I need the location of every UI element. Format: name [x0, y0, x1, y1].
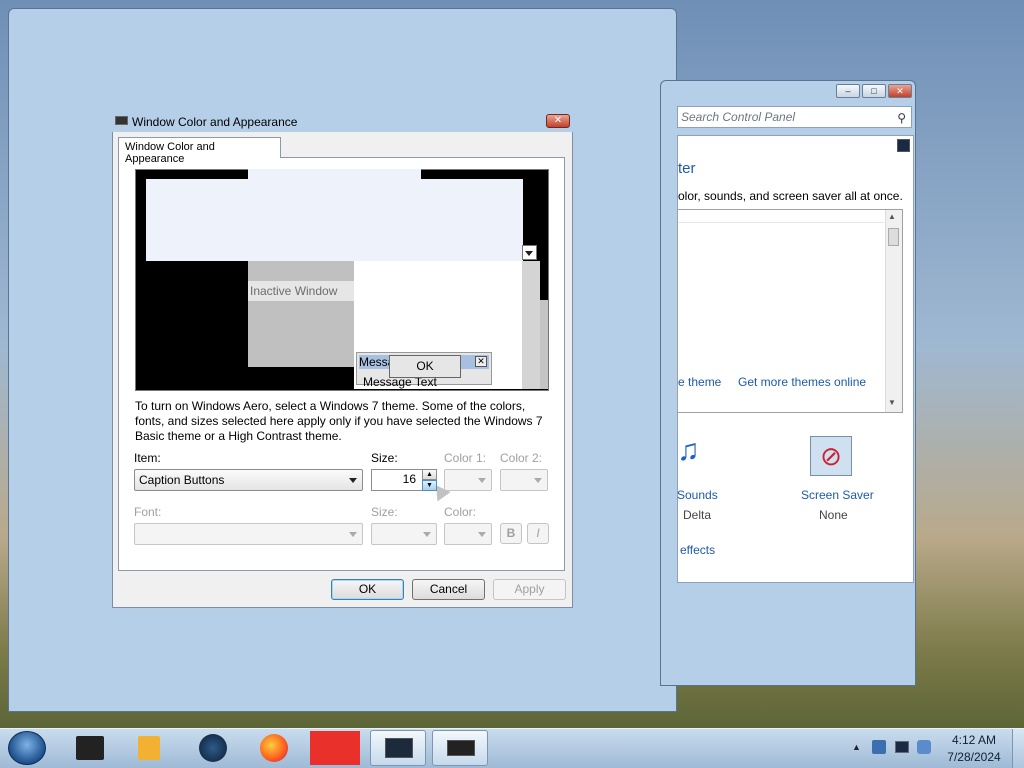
maximize-button[interactable]: □ [862, 84, 886, 98]
dialog-title: Window Color and Appearance [132, 115, 298, 129]
font-size-select[interactable] [371, 523, 437, 545]
preview-active-window [146, 179, 523, 261]
screen-saver-icon[interactable]: ⊘ [810, 436, 852, 476]
scroll-up-icon[interactable]: ▲ [888, 212, 896, 221]
italic-button[interactable]: I [527, 523, 549, 544]
inactive-window-label: Inactive Window [248, 281, 354, 301]
taskbar-app-control-panel[interactable] [370, 730, 426, 766]
sounds-value: Delta [683, 508, 712, 522]
tab-window-color[interactable]: Window Color and Appearance [118, 137, 281, 165]
sounds-icon[interactable]: ♫ [677, 434, 700, 468]
preview-dropdown [522, 245, 537, 260]
search-icon[interactable]: ⚲ [897, 108, 906, 128]
display-icon [385, 738, 413, 758]
minimize-button[interactable]: – [836, 84, 860, 98]
search-placeholder: Search Control Panel [681, 110, 796, 124]
message-box-close-icon: ✕ [475, 356, 487, 367]
preview-window-top [248, 169, 421, 181]
item-label: Item: [134, 451, 161, 465]
clock-time[interactable]: 4:12 AM [940, 733, 1008, 747]
font-color-select[interactable] [444, 523, 492, 545]
aero-description: To turn on Windows Aero, select a Window… [135, 399, 543, 443]
monitor-icon [115, 116, 128, 125]
chevron-down-icon [478, 532, 486, 537]
taskbar-app-3[interactable] [185, 730, 241, 766]
preview-ok-button: OK [389, 355, 461, 378]
show-hidden-icons[interactable]: ▲ [852, 742, 861, 752]
terminal-icon [76, 736, 104, 760]
color2-label: Color 2: [500, 451, 543, 465]
preview-scrollbar [522, 261, 540, 389]
scroll-down-icon[interactable]: ▼ [888, 398, 896, 407]
media-player-icon [138, 736, 160, 760]
network-icon[interactable] [872, 740, 886, 754]
item-select-value: Caption Buttons [139, 473, 225, 487]
chevron-down-icon [534, 478, 542, 483]
screen-saver-value: None [819, 508, 848, 522]
color2-select[interactable] [500, 469, 548, 491]
taskbar-app-2[interactable] [122, 730, 178, 766]
size-label: Size: [371, 451, 398, 465]
cancel-button[interactable]: Cancel [412, 579, 485, 600]
font-select[interactable] [134, 523, 363, 545]
sounds-label[interactable]: Sounds [677, 488, 718, 502]
taskbar-app-anydesk[interactable] [308, 730, 364, 766]
effects-link[interactable]: effects [680, 543, 715, 557]
volume-icon[interactable] [917, 740, 931, 754]
help-icon[interactable] [897, 139, 910, 152]
chevron-down-icon [478, 478, 486, 483]
color1-label: Color 1: [444, 451, 487, 465]
apply-button[interactable]: Apply [493, 579, 566, 600]
firefox-icon [260, 734, 288, 762]
search-input[interactable]: Search Control Panel ⚲ [677, 106, 912, 128]
chevron-down-icon [349, 478, 357, 483]
item-select[interactable]: Caption Buttons [134, 469, 363, 491]
anydesk-icon [310, 731, 360, 765]
taskbar-app-1[interactable] [62, 730, 118, 766]
page-description: olor, sounds, and screen saver all at on… [678, 189, 903, 203]
close-button[interactable]: ✕ [888, 84, 912, 98]
scroll-thumb[interactable] [888, 228, 899, 246]
theme-list-scrollbar[interactable]: ▲ ▼ [885, 210, 902, 412]
clock-date[interactable]: 7/28/2024 [940, 750, 1008, 764]
show-desktop-button[interactable] [1012, 729, 1024, 768]
color1-select[interactable] [444, 469, 492, 491]
size-up-button[interactable]: ▲ [422, 469, 437, 480]
size-down-button[interactable]: ▼ [422, 480, 437, 491]
display-tray-icon[interactable] [895, 741, 909, 753]
chevron-down-icon [423, 532, 431, 537]
preview-inactive-window [248, 261, 354, 367]
more-themes-link[interactable]: Get more themes online [738, 375, 866, 389]
preview-scrollbar-edge [540, 300, 548, 389]
start-button[interactable] [8, 731, 46, 765]
font-size-label: Size: [371, 505, 398, 519]
page-heading: ter [678, 160, 696, 177]
font-color-label: Color: [444, 505, 477, 519]
taskbar-app-firefox[interactable] [246, 730, 302, 766]
dialog-close-button[interactable]: ✕ [546, 114, 570, 128]
list-divider [678, 222, 884, 223]
globe-icon [199, 734, 227, 762]
screen-saver-label[interactable]: Screen Saver [801, 488, 874, 502]
font-label: Font: [134, 505, 162, 519]
monitor-icon [447, 740, 475, 756]
dialog-titlebar[interactable]: Window Color and Appearance [112, 112, 573, 132]
chevron-down-icon [349, 532, 357, 537]
bold-button[interactable]: B [500, 523, 522, 544]
size-input[interactable]: 16 [371, 469, 423, 491]
taskbar-app-appearance[interactable] [432, 730, 488, 766]
theme-link[interactable]: e theme [678, 375, 721, 389]
ok-button[interactable]: OK [331, 579, 404, 600]
